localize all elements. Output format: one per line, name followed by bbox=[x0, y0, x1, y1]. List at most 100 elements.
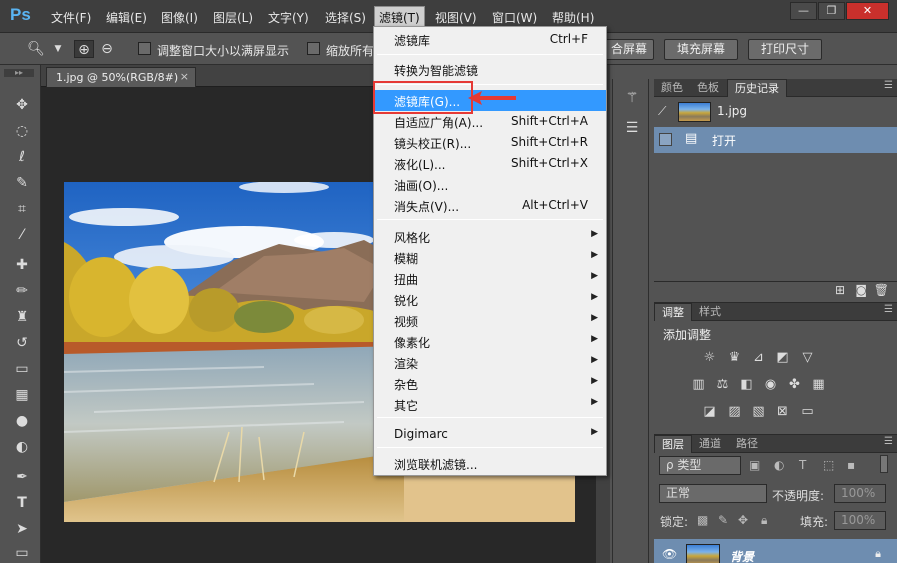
menu-item-lens-correction[interactable]: 镜头校正(R)... Shift+Ctrl+R bbox=[374, 132, 606, 153]
posterize-icon[interactable]: ▨ bbox=[726, 404, 743, 420]
tab-color[interactable]: 颜色 bbox=[654, 79, 690, 97]
chevron-down-icon[interactable]: ▼ bbox=[48, 40, 68, 58]
color-lookup-icon[interactable]: ▦ bbox=[810, 377, 827, 393]
layer-row-background[interactable]: 👁︎ 背景 🔒︎ bbox=[654, 539, 897, 563]
path-select-tool-icon[interactable]: ➤ bbox=[12, 519, 32, 539]
lasso-tool-icon[interactable]: ℓ bbox=[12, 147, 32, 167]
menu-type[interactable]: 文字(Y) bbox=[268, 9, 309, 26]
photo-filter-icon[interactable]: ◉ bbox=[762, 377, 779, 393]
color-balance-icon[interactable]: ⚖ bbox=[714, 377, 731, 393]
invert-icon[interactable]: ◪ bbox=[701, 404, 718, 420]
smart-object-filter-icon[interactable]: ▪ bbox=[847, 458, 855, 472]
hue-saturation-icon[interactable]: ▥ bbox=[690, 377, 707, 393]
shape-filter-icon[interactable]: ⬚ bbox=[823, 458, 834, 472]
lock-transparent-icon[interactable]: ▩ bbox=[697, 513, 708, 527]
menu-help[interactable]: 帮助(H) bbox=[552, 9, 594, 26]
levels-icon[interactable]: ♛ bbox=[726, 350, 743, 366]
panel-menu-icon[interactable]: ☰ bbox=[884, 80, 893, 91]
eraser-tool-icon[interactable]: ▭ bbox=[12, 359, 32, 379]
lock-all-icon[interactable]: 🔒︎ bbox=[761, 513, 767, 528]
pixel-filter-icon[interactable]: ▣ bbox=[749, 458, 760, 472]
menu-item-sharpen[interactable]: 锐化 ▶ bbox=[374, 289, 606, 310]
history-brush-tool-icon[interactable]: ↺ bbox=[12, 333, 32, 353]
menu-item-digimarc[interactable]: Digimarc ▶ bbox=[374, 424, 606, 445]
selective-color-icon[interactable]: ⊠ bbox=[774, 404, 791, 420]
fill-screen-button[interactable]: 填充屏幕 bbox=[664, 39, 738, 60]
menu-select[interactable]: 选择(S) bbox=[325, 9, 366, 26]
restore-button[interactable]: ❐ bbox=[818, 2, 845, 20]
menu-item-adaptive-wide-angle[interactable]: 自适应广角(A)... Shift+Ctrl+A bbox=[374, 111, 606, 132]
opacity-input[interactable]: 100% bbox=[834, 484, 886, 503]
tab-adjustments[interactable]: 调整 bbox=[654, 303, 692, 321]
menu-item-smart-filter[interactable]: 转换为智能滤镜 bbox=[374, 59, 606, 80]
menu-edit[interactable]: 编辑(E) bbox=[106, 9, 147, 26]
exposure-icon[interactable]: ◩ bbox=[774, 350, 791, 366]
camera-icon[interactable]: ◙ bbox=[855, 283, 867, 297]
tool-presets-icon[interactable]: ⚚ bbox=[621, 87, 643, 109]
history-brush-checkbox[interactable] bbox=[659, 133, 672, 146]
brush-tool-icon[interactable]: ✏ bbox=[12, 281, 32, 301]
tab-paths[interactable]: 路径 bbox=[729, 435, 765, 453]
close-icon[interactable]: × bbox=[180, 70, 189, 83]
menu-layer[interactable]: 图层(L) bbox=[213, 9, 253, 26]
document-tab[interactable]: 1.jpg @ 50%(RGB/8#) × bbox=[46, 67, 196, 87]
history-snapshot[interactable]: ⟋ 1.jpg bbox=[654, 99, 897, 125]
menu-item-video[interactable]: 视频 ▶ bbox=[374, 310, 606, 331]
menu-item-liquify[interactable]: 液化(L)... Shift+Ctrl+X bbox=[374, 153, 606, 174]
adjustment-filter-icon[interactable]: ◐ bbox=[774, 458, 784, 472]
resize-windows-checkbox[interactable] bbox=[138, 42, 151, 55]
menu-item-blur[interactable]: 模糊 ▶ bbox=[374, 247, 606, 268]
tab-swatches[interactable]: 色板 bbox=[690, 79, 726, 97]
minimize-button[interactable]: — bbox=[790, 2, 817, 20]
curves-icon[interactable]: ⊿ bbox=[750, 350, 767, 366]
menu-file[interactable]: 文件(F) bbox=[51, 9, 91, 26]
menu-item-render[interactable]: 渲染 ▶ bbox=[374, 352, 606, 373]
blur-tool-icon[interactable]: ● bbox=[12, 411, 32, 431]
zoom-out-icon[interactable]: ⊖ bbox=[97, 40, 117, 58]
menu-item-stylize[interactable]: 风格化 ▶ bbox=[374, 226, 606, 247]
layer-filter-select[interactable]: ρ 类型 bbox=[659, 456, 741, 475]
lock-pixels-icon[interactable]: ✎ bbox=[718, 513, 728, 527]
stamp-tool-icon[interactable]: ♜ bbox=[12, 307, 32, 327]
menu-item-vanishing-point[interactable]: 消失点(V)... Alt+Ctrl+V bbox=[374, 195, 606, 216]
lock-position-icon[interactable]: ✥ bbox=[738, 513, 748, 527]
dodge-tool-icon[interactable]: ◐ bbox=[12, 437, 32, 457]
new-document-icon[interactable]: ⊞ bbox=[835, 283, 845, 297]
eye-icon[interactable]: 👁︎ bbox=[662, 547, 677, 561]
panel-menu-icon[interactable]: ☰ bbox=[884, 436, 893, 447]
zoom-tool-icon[interactable]: 🔍︎ bbox=[26, 40, 46, 58]
menu-item-filter-gallery-last[interactable]: 滤镜库 Ctrl+F bbox=[374, 29, 606, 50]
fill-input[interactable]: 100% bbox=[834, 511, 886, 530]
close-window-button[interactable]: ✕ bbox=[846, 2, 889, 20]
tab-channels[interactable]: 通道 bbox=[692, 435, 728, 453]
menu-window[interactable]: 窗口(W) bbox=[492, 9, 537, 26]
vibrance-icon[interactable]: ▽ bbox=[799, 350, 816, 366]
healing-brush-tool-icon[interactable]: ✚ bbox=[12, 255, 32, 275]
shape-tool-icon[interactable]: ▭ bbox=[12, 543, 32, 563]
trash-icon[interactable]: 🗑︎ bbox=[874, 283, 889, 297]
menu-item-noise[interactable]: 杂色 ▶ bbox=[374, 373, 606, 394]
gradient-map-icon[interactable]: ▭ bbox=[799, 404, 816, 420]
menu-item-other[interactable]: 其它 ▶ bbox=[374, 394, 606, 415]
crop-tool-icon[interactable]: ⌗ bbox=[12, 199, 32, 219]
tab-history[interactable]: 历史记录 bbox=[727, 79, 787, 97]
brightness-icon[interactable]: ☼ bbox=[701, 350, 718, 366]
brush-settings-icon[interactable]: ☰ bbox=[621, 117, 643, 139]
panel-menu-icon[interactable]: ☰ bbox=[884, 304, 893, 315]
fit-screen-button[interactable]: 合屏幕 bbox=[600, 39, 654, 60]
eyedropper-tool-icon[interactable]: ⁄ bbox=[12, 225, 32, 245]
menu-view[interactable]: 视图(V) bbox=[435, 9, 477, 26]
menu-item-browse-online[interactable]: 浏览联机滤镜... bbox=[374, 453, 606, 474]
menu-image[interactable]: 图像(I) bbox=[161, 9, 198, 26]
gradient-tool-icon[interactable]: ▦ bbox=[12, 385, 32, 405]
history-state-row[interactable]: ▤ 打开 bbox=[654, 127, 897, 153]
type-tool-icon[interactable]: T bbox=[12, 493, 32, 513]
threshold-icon[interactable]: ▧ bbox=[750, 404, 767, 420]
zoom-all-checkbox[interactable] bbox=[307, 42, 320, 55]
menu-item-pixelate[interactable]: 像素化 ▶ bbox=[374, 331, 606, 352]
move-tool-icon[interactable]: ✥ bbox=[12, 95, 32, 115]
channel-mixer-icon[interactable]: ✤ bbox=[786, 377, 803, 393]
menu-filter[interactable]: 滤镜(T) bbox=[374, 6, 425, 28]
toolbox-grip[interactable]: ▸▸ bbox=[4, 69, 34, 77]
tab-layers[interactable]: 图层 bbox=[654, 435, 692, 453]
